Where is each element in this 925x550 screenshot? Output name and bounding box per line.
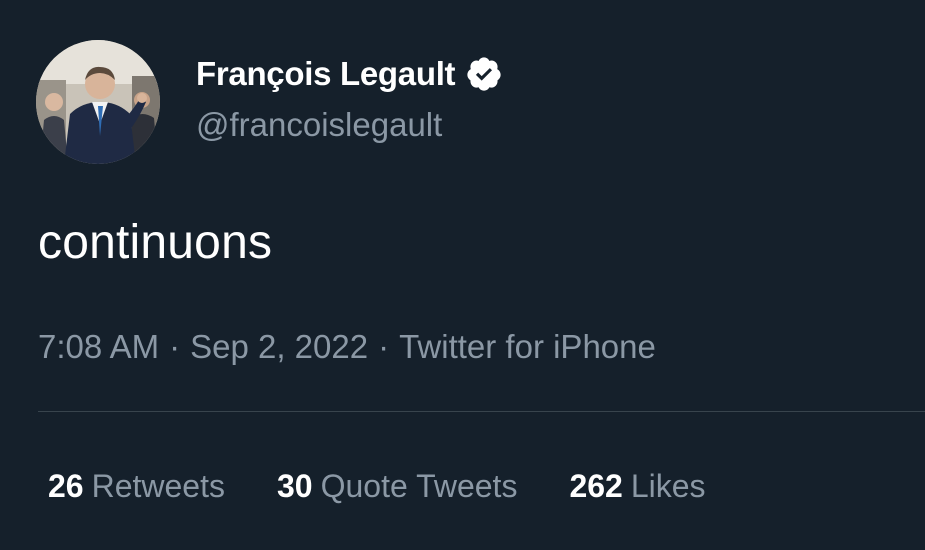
divider [38, 411, 925, 412]
name-row: François Legault [196, 54, 503, 94]
likes-label: Likes [630, 468, 706, 504]
meta-separator: · [378, 328, 390, 365]
tweet-meta: 7:08 AM · Sep 2, 2022 · Twitter for iPhone [38, 328, 656, 366]
meta-separator: · [169, 328, 181, 365]
author-info: François Legault @francoislegault [196, 54, 503, 144]
retweets-stat[interactable]: 26 Retweets [48, 468, 225, 505]
tweet-text: continuons [38, 216, 273, 269]
verified-badge-icon [465, 55, 503, 93]
likes-count: 262 [569, 468, 623, 504]
quote-tweets-stat[interactable]: 30 Quote Tweets [277, 468, 517, 505]
retweets-count: 26 [48, 468, 84, 504]
tweet-date[interactable]: Sep 2, 2022 [190, 328, 368, 365]
tweet-stats: 26 Retweets 30 Quote Tweets 262 Likes [48, 468, 758, 505]
avatar[interactable] [36, 40, 160, 164]
quote-tweets-label: Quote Tweets [320, 468, 518, 504]
retweets-label: Retweets [91, 468, 225, 504]
tweet-time[interactable]: 7:08 AM [38, 328, 159, 365]
tweet-source[interactable]: Twitter for iPhone [399, 328, 656, 365]
quote-tweets-count: 30 [276, 468, 313, 504]
likes-stat[interactable]: 262 Likes [569, 468, 705, 505]
author-handle[interactable]: @francoislegault [196, 106, 503, 144]
tweet-card: François Legault @francoislegault contin… [0, 0, 925, 550]
profile-photo-icon [36, 40, 160, 164]
author-display-name[interactable]: François Legault [196, 55, 456, 93]
